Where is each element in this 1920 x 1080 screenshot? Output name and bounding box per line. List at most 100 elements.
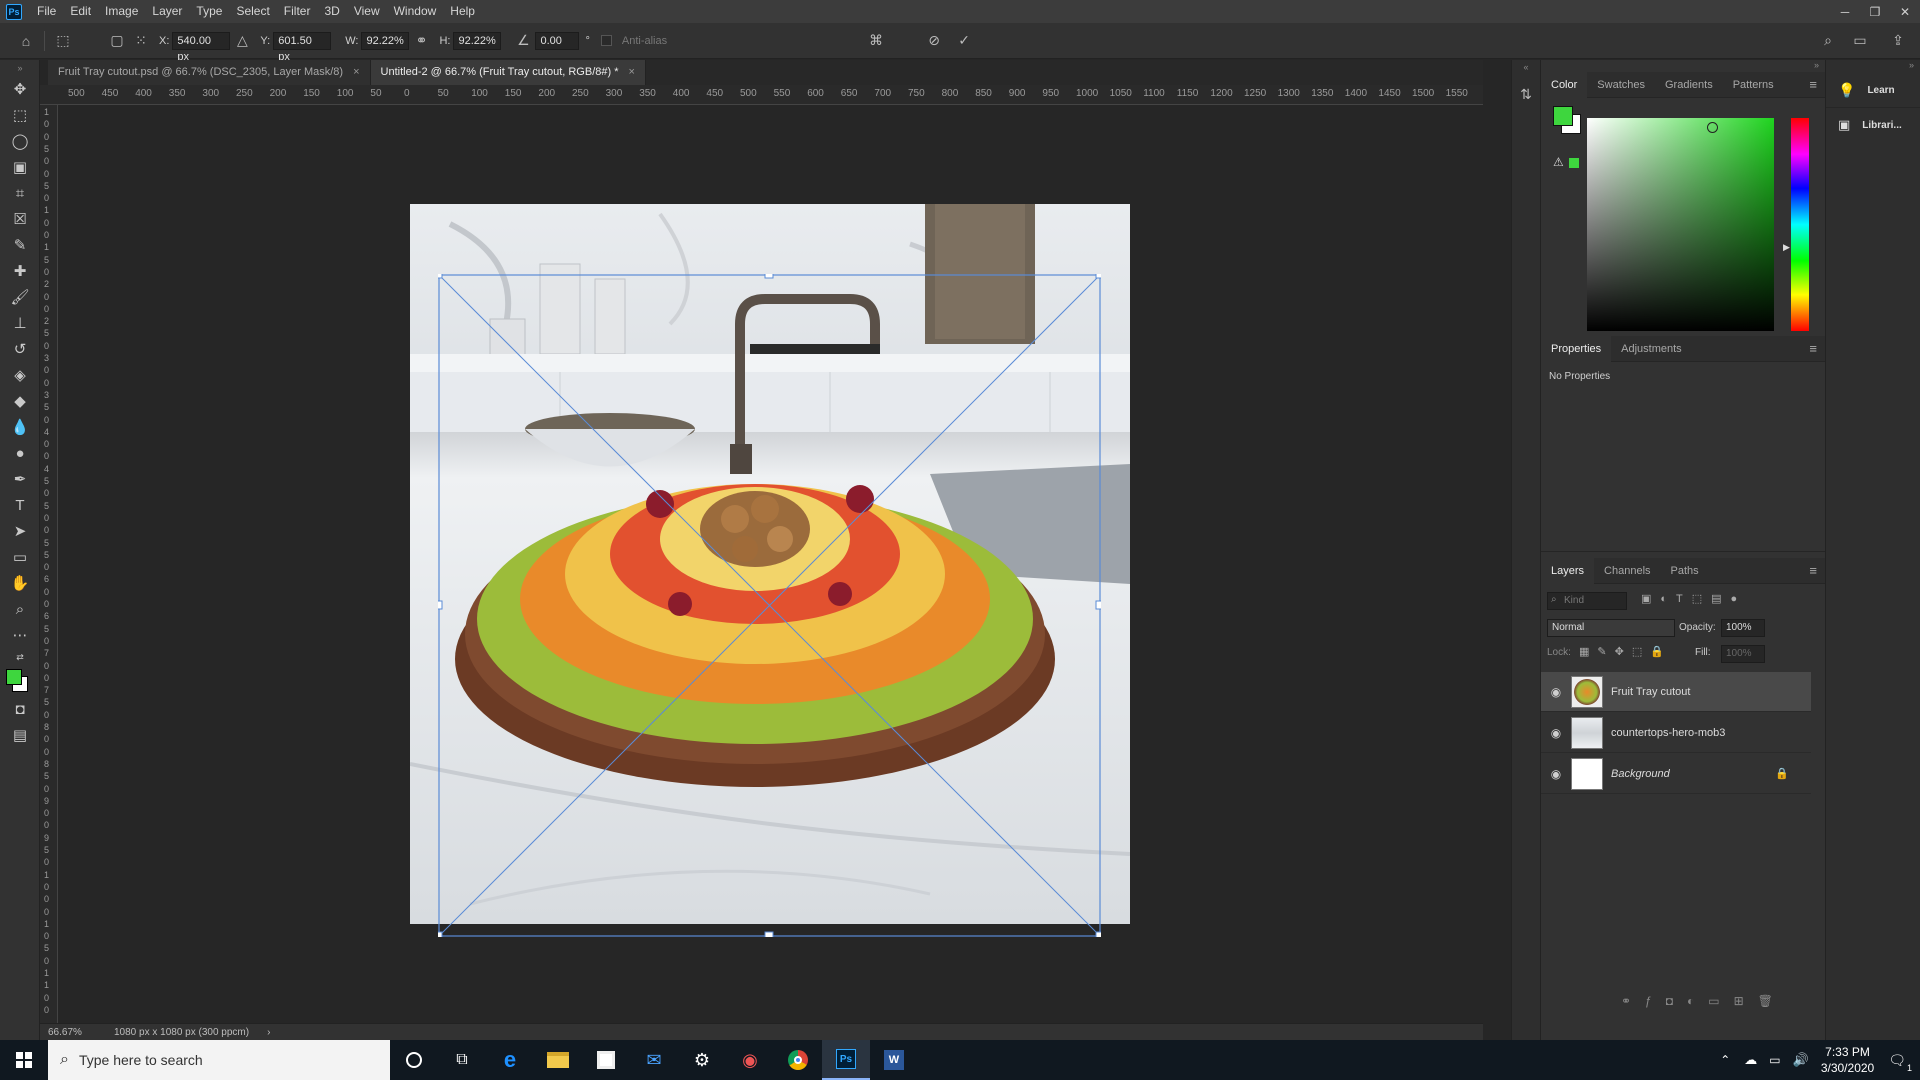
photoshop-taskbar-icon[interactable]: Ps bbox=[822, 1040, 870, 1080]
hue-slider-marker-icon[interactable]: ▶ bbox=[1783, 242, 1790, 253]
taskbar-clock[interactable]: 7:33 PM 3/30/2020 bbox=[1821, 1044, 1874, 1076]
collapse-dock-icon[interactable]: » bbox=[1826, 60, 1920, 74]
zoom-tool-icon[interactable]: ⌕ bbox=[0, 596, 40, 622]
search-icon[interactable]: ⌕ bbox=[1816, 29, 1840, 53]
marquee-tool-icon[interactable]: ⬚ bbox=[0, 102, 40, 128]
tab-swatches[interactable]: Swatches bbox=[1587, 72, 1655, 98]
transform-handle[interactable] bbox=[438, 274, 443, 279]
x-position-input[interactable]: 540.00 px bbox=[172, 31, 231, 63]
menu-file[interactable]: File bbox=[30, 0, 63, 23]
horizontal-ruler[interactable]: 500 450 400 350 300 250 200 150 100 50 0 50 100 150 20… bbox=[40, 85, 1483, 105]
clone-stamp-tool-icon[interactable]: ⊥ bbox=[0, 310, 40, 336]
opacity-input[interactable]: 100% bbox=[1721, 619, 1765, 637]
layer-name[interactable]: Fruit Tray cutout bbox=[1611, 686, 1690, 698]
show-hidden-icons-icon[interactable]: ⌃ bbox=[1720, 1053, 1730, 1067]
object-selection-tool-icon[interactable]: ▣ bbox=[0, 154, 40, 180]
collapse-panels-icon[interactable]: » bbox=[1541, 60, 1825, 72]
height-input[interactable]: 92.22% bbox=[453, 31, 502, 50]
paint-bucket-tool-icon[interactable]: ◆ bbox=[0, 388, 40, 414]
layer-row-background[interactable]: ◉ Background 🔒 bbox=[1541, 754, 1811, 794]
collapse-toolbar-icon[interactable]: » bbox=[0, 60, 40, 76]
relative-position-icon[interactable]: △ bbox=[230, 29, 254, 53]
reference-point-grid-icon[interactable]: ⁙ bbox=[129, 29, 153, 53]
layer-name[interactable]: Background bbox=[1611, 768, 1670, 780]
start-button[interactable] bbox=[0, 1040, 48, 1080]
rectangle-tool-icon[interactable]: ▭ bbox=[0, 544, 40, 570]
warp-mode-icon[interactable]: ⌘ bbox=[864, 29, 888, 53]
visibility-eye-icon[interactable]: ◉ bbox=[1541, 685, 1571, 699]
transform-handle[interactable] bbox=[1095, 931, 1101, 937]
libraries-button[interactable]: ▣ Librari... bbox=[1826, 108, 1920, 142]
cancel-transform-icon[interactable]: ⊘ bbox=[922, 29, 946, 53]
visibility-eye-icon[interactable]: ◉ bbox=[1541, 767, 1571, 781]
notifications-icon[interactable]: 🗨 1 bbox=[1888, 1052, 1912, 1073]
transform-handle[interactable] bbox=[438, 931, 443, 937]
word-icon[interactable]: W bbox=[870, 1040, 918, 1080]
dodge-tool-icon[interactable]: ● bbox=[0, 440, 40, 466]
tab-adjustments[interactable]: Adjustments bbox=[1611, 336, 1692, 362]
canvas-area[interactable] bbox=[58, 105, 1483, 1023]
width-input[interactable]: 92.22% bbox=[361, 31, 410, 50]
status-menu-arrow[interactable]: › bbox=[267, 1027, 270, 1038]
menu-select[interactable]: Select bbox=[229, 0, 276, 23]
fill-input[interactable]: 100% bbox=[1721, 645, 1765, 663]
workspace-icon[interactable]: ▭ bbox=[1848, 29, 1872, 53]
history-brush-tool-icon[interactable]: ↺ bbox=[0, 336, 40, 362]
menu-edit[interactable]: Edit bbox=[63, 0, 98, 23]
healing-brush-tool-icon[interactable]: ✚ bbox=[0, 258, 40, 284]
transform-handle[interactable] bbox=[438, 600, 443, 610]
tab-fruit-tray-psd[interactable]: Fruit Tray cutout.psd @ 66.7% (DSC_2305,… bbox=[48, 60, 371, 85]
panel-menu-icon[interactable]: ≡ bbox=[1809, 341, 1817, 356]
share-icon[interactable]: ⇪ bbox=[1886, 29, 1910, 53]
taskbar-search-box[interactable]: ⌕ Type here to search bbox=[48, 1040, 390, 1080]
tab-properties[interactable]: Properties bbox=[1541, 335, 1612, 362]
edge-browser-icon[interactable]: e bbox=[486, 1040, 534, 1080]
home-icon[interactable]: ⌂ bbox=[14, 29, 38, 53]
menu-3d[interactable]: 3D bbox=[317, 0, 346, 23]
blur-tool-icon[interactable]: 💧 bbox=[0, 414, 40, 440]
y-position-input[interactable]: 601.50 px bbox=[273, 31, 332, 63]
lasso-tool-icon[interactable]: ◯ bbox=[0, 128, 40, 154]
layer-actions-icons[interactable]: ⚭ƒ◘◐▭⊞🗑 bbox=[1621, 994, 1787, 1008]
frame-tool-icon[interactable]: ☒ bbox=[0, 206, 40, 232]
media-app-icon[interactable]: ◉ bbox=[726, 1040, 774, 1080]
reference-point-checkbox-icon[interactable]: ▢ bbox=[105, 29, 129, 53]
hue-slider[interactable] bbox=[1791, 118, 1809, 331]
menu-view[interactable]: View bbox=[347, 0, 387, 23]
panel-menu-icon[interactable]: ≡ bbox=[1809, 77, 1817, 92]
color-picker-cursor[interactable] bbox=[1707, 122, 1718, 133]
task-view-icon[interactable]: ⧉ bbox=[438, 1040, 486, 1080]
eyedropper-tool-icon[interactable]: ✎ bbox=[0, 232, 40, 258]
visibility-eye-icon[interactable]: ◉ bbox=[1541, 726, 1571, 740]
file-explorer-icon[interactable] bbox=[534, 1040, 582, 1080]
cortana-icon[interactable] bbox=[390, 1040, 438, 1080]
transform-tool-icon[interactable]: ⬚ bbox=[51, 29, 75, 53]
chrome-icon[interactable] bbox=[774, 1040, 822, 1080]
quick-mask-icon[interactable]: ◘ bbox=[0, 696, 40, 722]
onedrive-cloud-icon[interactable]: ☁ bbox=[1744, 1052, 1757, 1068]
tab-layers[interactable]: Layers bbox=[1541, 557, 1595, 584]
rotation-input[interactable]: 0.00 bbox=[535, 31, 580, 50]
layer-name[interactable]: countertops-hero-mob3 bbox=[1611, 727, 1725, 739]
tab-untitled-2[interactable]: Untitled-2 @ 66.7% (Fruit Tray cutout, R… bbox=[370, 60, 646, 85]
zoom-level[interactable]: 66.67% bbox=[48, 1027, 98, 1038]
menu-window[interactable]: Window bbox=[387, 0, 444, 23]
menu-help[interactable]: Help bbox=[443, 0, 482, 23]
crop-tool-icon[interactable]: ⌗ bbox=[0, 180, 40, 206]
out-of-gamut-warning-icon[interactable]: ⚠ bbox=[1553, 155, 1564, 169]
tab-patterns[interactable]: Patterns bbox=[1723, 72, 1784, 98]
more-tools-icon[interactable]: ⋯ bbox=[0, 622, 40, 648]
volume-icon[interactable]: 🔊 bbox=[1793, 1052, 1809, 1068]
layer-row-countertops[interactable]: ◉ countertops-hero-mob3 bbox=[1541, 713, 1811, 753]
menu-layer[interactable]: Layer bbox=[145, 0, 189, 23]
saturation-brightness-field[interactable] bbox=[1587, 118, 1774, 331]
foreground-color-swatch[interactable] bbox=[6, 669, 22, 685]
screen-mode-icon[interactable]: ▤ bbox=[0, 722, 40, 748]
panel-menu-icon[interactable]: ≡ bbox=[1809, 563, 1817, 578]
path-selection-tool-icon[interactable]: ➤ bbox=[0, 518, 40, 544]
layer-filter-input[interactable]: Kind bbox=[1547, 592, 1627, 610]
steam-icon[interactable]: ⚙ bbox=[678, 1040, 726, 1080]
network-icon[interactable]: ▭ bbox=[1769, 1053, 1780, 1067]
lock-options-icons[interactable]: ▦✎✥⬚🔒 bbox=[1579, 645, 1672, 658]
vertical-ruler[interactable]: 1005005010015020025030035040045050055060… bbox=[40, 105, 58, 1023]
